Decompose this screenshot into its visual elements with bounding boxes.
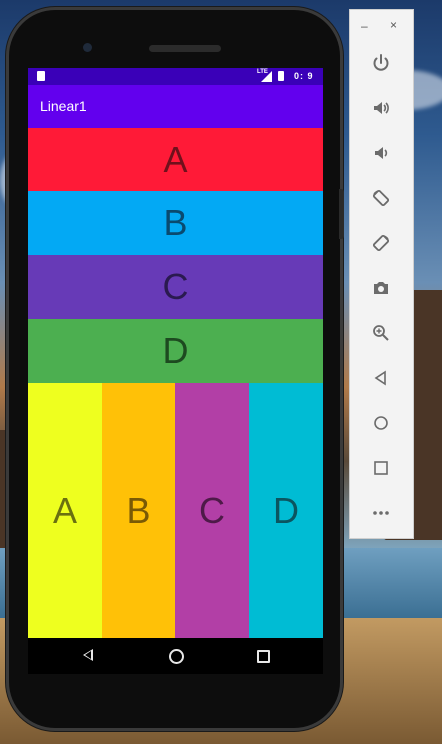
column-label: B	[126, 489, 151, 531]
row-label: D	[162, 330, 189, 371]
back-icon[interactable]	[83, 649, 93, 661]
close-button[interactable]: ×	[390, 18, 397, 32]
camera-icon[interactable]	[366, 273, 396, 303]
power-icon[interactable]	[366, 48, 396, 78]
status-bar: LTE 0: 9	[28, 68, 323, 85]
column-label: D	[273, 489, 299, 531]
column-label: A	[52, 489, 77, 531]
overview-icon[interactable]	[366, 453, 396, 483]
app-title: Linear1	[40, 98, 87, 114]
row-b: B	[28, 191, 323, 255]
sd-card-icon	[37, 71, 45, 81]
volume-up-icon[interactable]	[366, 93, 396, 123]
device-screen: LTE 0: 9 Linear1 A B C D A B C D	[28, 68, 323, 674]
volume-down-icon[interactable]	[366, 138, 396, 168]
home-icon[interactable]	[169, 649, 184, 664]
front-camera	[83, 43, 92, 52]
toolbar-title-bar: – ×	[350, 10, 413, 40]
more-icon[interactable]	[366, 498, 396, 528]
rotate-right-icon[interactable]	[366, 228, 396, 258]
column-d: D	[249, 383, 323, 638]
signal-icon	[261, 71, 272, 82]
recent-apps-icon[interactable]	[257, 650, 270, 663]
earpiece-speaker	[149, 45, 221, 52]
row-label: B	[163, 202, 188, 243]
minimize-button[interactable]: –	[361, 19, 368, 33]
row-d: D	[28, 319, 323, 383]
navigation-bar	[28, 638, 323, 674]
row-label: C	[162, 266, 189, 307]
column-a: A	[28, 383, 102, 638]
status-time: 0: 9	[294, 71, 314, 81]
column-c: C	[175, 383, 249, 638]
row-label: A	[163, 138, 188, 180]
back-icon[interactable]	[366, 363, 396, 393]
column-b: B	[102, 383, 175, 638]
rotate-left-icon[interactable]	[366, 183, 396, 213]
column-label: C	[199, 489, 225, 531]
row-a: A	[28, 128, 323, 191]
home-icon[interactable]	[366, 408, 396, 438]
app-bar: Linear1	[28, 85, 323, 128]
zoom-icon[interactable]	[366, 318, 396, 348]
emulator-toolbar: – ×	[349, 9, 414, 539]
phone-side-button[interactable]	[339, 189, 344, 239]
battery-icon	[278, 71, 284, 81]
row-c: C	[28, 255, 323, 319]
